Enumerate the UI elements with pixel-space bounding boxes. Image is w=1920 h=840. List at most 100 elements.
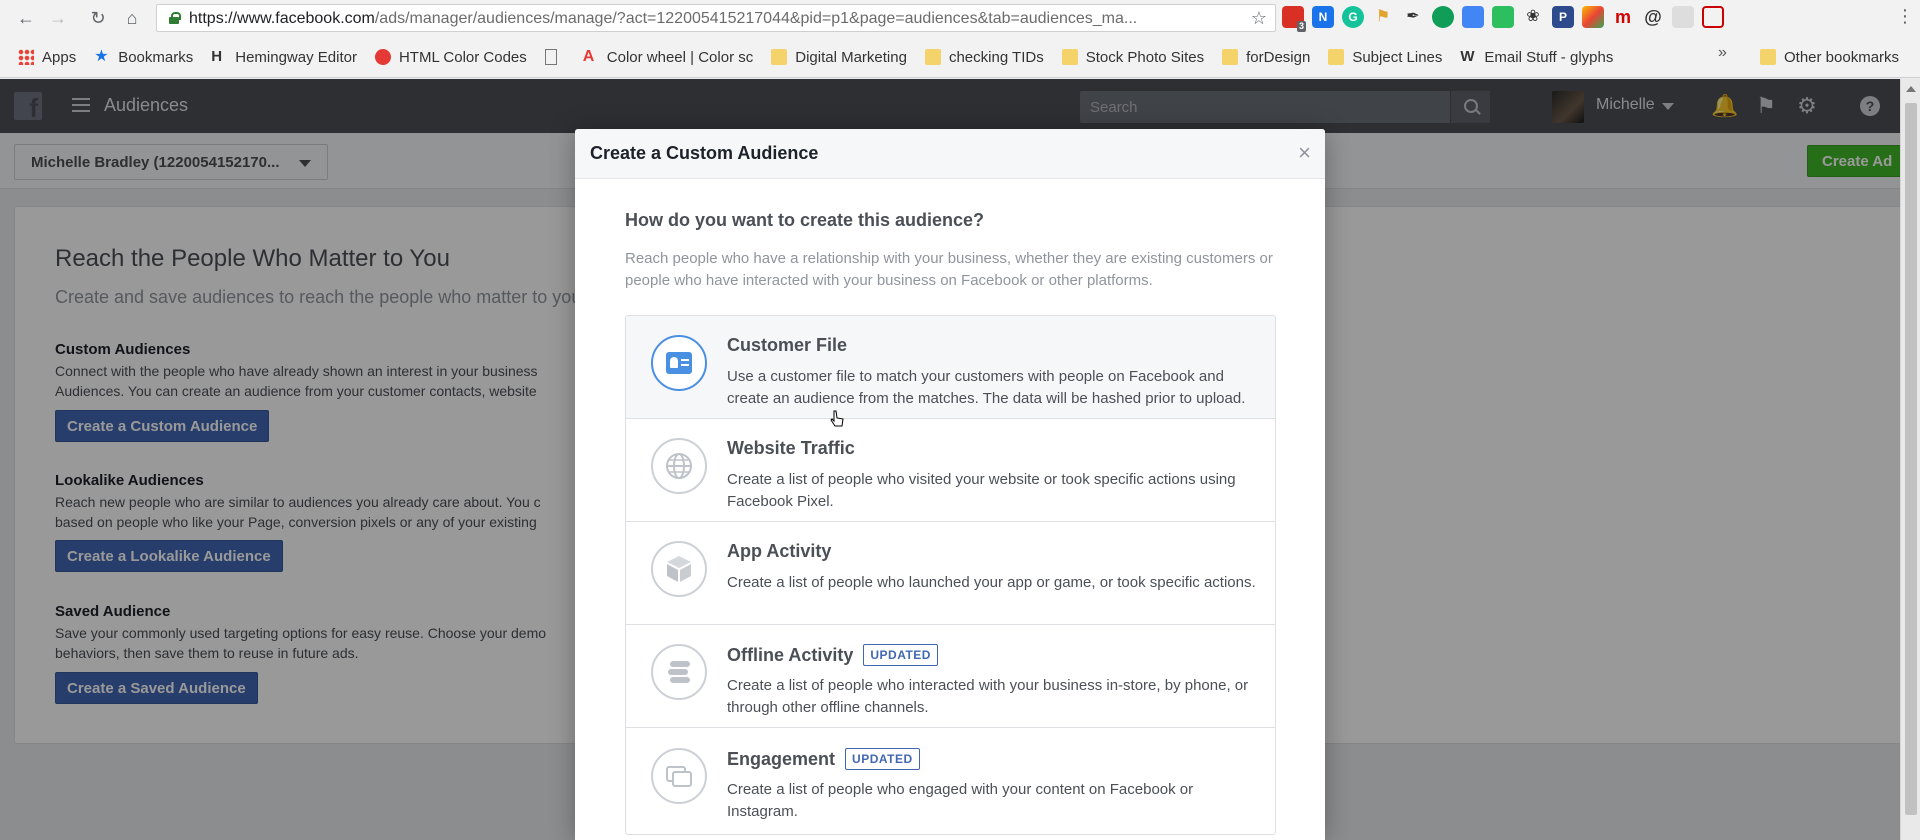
dialog-question: How do you want to create this audience? <box>625 210 985 230</box>
palette-extension-icon[interactable] <box>1582 6 1604 28</box>
bookmark-label: Other bookmarks <box>1784 48 1900 66</box>
option-engagement[interactable]: Engagement UPDATED Create a list of peopl… <box>626 729 1275 832</box>
bookmark-email-stuff[interactable]: W Email Stuff - glyphs <box>1460 44 1613 70</box>
bookmark-label: HTML Color Codes <box>398 48 527 66</box>
bookmark-stock-photo-sites[interactable]: Stock Photo Sites <box>1061 44 1205 70</box>
url-host: https://www.facebook.com <box>189 10 375 27</box>
gray-extension-icon[interactable] <box>1672 6 1694 28</box>
option-title: App Activity <box>727 541 831 562</box>
option-title-text: Offline Activity <box>727 644 854 665</box>
bookmark-bookmarks[interactable]: ★ Bookmarks <box>94 44 193 70</box>
option-description: Create a list of people who interacted w… <box>727 677 1249 716</box>
updated-badge: UPDATED <box>863 644 938 666</box>
adobe-icon: A <box>582 48 595 65</box>
scroll-up-arrow-icon[interactable] <box>1906 86 1916 92</box>
audience-source-list: Customer File Use a customer file to mat… <box>625 315 1276 835</box>
folder-icon <box>1760 49 1776 65</box>
option-title-text: Customer File <box>727 335 848 355</box>
folder-icon <box>1061 49 1078 65</box>
globe-icon <box>651 438 707 494</box>
bookmark-page[interactable] <box>544 44 565 70</box>
engagement-icon <box>651 748 707 804</box>
bookmarks-bar: Apps ★ Bookmarks H Hemingway Editor HTML C… <box>0 44 1920 70</box>
folder-icon <box>1222 49 1239 65</box>
close-icon[interactable]: × <box>1298 142 1311 164</box>
option-app-activity[interactable]: App Activity Create a list of people who… <box>626 522 1275 625</box>
color-codes-icon <box>374 49 391 65</box>
forward-arrow-icon[interactable]: → <box>46 6 70 30</box>
p-extension-icon[interactable]: P <box>1552 6 1574 28</box>
scrollbar-thumb[interactable] <box>1905 103 1917 815</box>
option-website-traffic[interactable]: Website Traffic Create a list of people … <box>626 419 1275 522</box>
bookmark-digital-marketing[interactable]: Digital Marketing <box>771 44 907 70</box>
updated-badge: UPDATED <box>845 748 920 770</box>
bookmark-label: checking TIDs <box>948 48 1044 66</box>
option-title: Customer File <box>727 335 847 356</box>
bookmark-label: Email Stuff - glyphs <box>1484 48 1614 66</box>
bookmark-label: Stock Photo Sites <box>1085 48 1205 66</box>
spiral-extension-icon[interactable]: ❀ <box>1522 6 1544 28</box>
evernote-icon[interactable] <box>1492 6 1514 28</box>
apps-grid-icon <box>18 49 34 65</box>
cube-icon <box>651 541 707 597</box>
browser-menu-icon[interactable]: ⋮ <box>1896 6 1914 27</box>
option-description: Create a list of people who engaged with… <box>727 781 1194 820</box>
extension-badge-icon[interactable]: 3 <box>1282 6 1306 32</box>
option-description: Create a list of people who visited your… <box>727 471 1236 510</box>
flag-extension-icon[interactable]: ⚑ <box>1372 6 1394 28</box>
w-icon: W <box>1460 48 1475 65</box>
option-description: Use a customer file to match your custom… <box>727 368 1246 407</box>
browser-toolbar: ← → ↻ ⌂ https://www.facebook.com/ads/man… <box>0 0 1920 36</box>
option-description: Create a list of people who launched you… <box>727 574 1256 591</box>
option-title-text: Website Traffic <box>727 438 855 458</box>
browser-chrome: ← → ↻ ⌂ https://www.facebook.com/ads/man… <box>0 0 1920 78</box>
folder-icon <box>771 49 788 65</box>
bookmark-label: Apps <box>42 48 77 66</box>
bookmark-apps[interactable]: Apps <box>18 44 76 70</box>
bookmark-star-icon[interactable]: ☆ <box>1251 8 1267 29</box>
bookmark-fordesign[interactable]: forDesign <box>1222 44 1310 70</box>
pocket-extension-icon[interactable] <box>1702 6 1724 28</box>
extensions-bar: 3 N G ⚑ ✒ ❀ P m @ <box>1282 6 1724 32</box>
color-picker-icon[interactable]: ✒ <box>1402 6 1424 28</box>
green-extension-icon[interactable] <box>1432 6 1454 28</box>
other-bookmarks[interactable]: Other bookmarks <box>1760 44 1899 70</box>
hand-cursor-icon <box>830 410 844 427</box>
bookmark-subject-lines[interactable]: Subject Lines <box>1328 44 1442 70</box>
bookmark-checking-tids[interactable]: checking TIDs <box>924 44 1044 70</box>
customer-card-icon <box>651 335 707 391</box>
m-extension-icon[interactable]: m <box>1612 6 1634 28</box>
reload-icon[interactable]: ↻ <box>86 6 110 30</box>
n-extension-icon[interactable]: N <box>1312 6 1334 28</box>
page-scrollbar[interactable] <box>1900 79 1920 840</box>
bookmark-label: Bookmarks <box>118 48 194 66</box>
bookmarks-overflow-chevron[interactable]: » <box>1718 44 1727 62</box>
star-icon: ★ <box>94 48 109 65</box>
option-title-text: Engagement <box>727 748 836 769</box>
option-offline-activity[interactable]: Offline Activity UPDATED Create a list of… <box>626 625 1275 728</box>
home-icon[interactable]: ⌂ <box>120 6 144 30</box>
back-arrow-icon[interactable]: ← <box>14 6 38 30</box>
bookmark-html-color-codes[interactable]: HTML Color Codes <box>374 44 527 70</box>
bookmark-label: forDesign <box>1246 48 1311 66</box>
at-extension-icon[interactable]: @ <box>1642 6 1664 28</box>
option-title: Engagement UPDATED <box>727 748 920 770</box>
url-path: /ads/manager/audiences/manage/?act=12200… <box>374 10 1138 27</box>
dialog-title: Create a Custom Audience <box>590 143 819 163</box>
grammarly-icon[interactable]: G <box>1342 6 1364 28</box>
address-bar[interactable]: https://www.facebook.com/ads/manager/aud… <box>156 4 1276 32</box>
folder-icon <box>1328 49 1345 65</box>
option-customer-file[interactable]: Customer File Use a customer file to mat… <box>626 316 1275 419</box>
create-custom-audience-dialog: Create a Custom Audience × How do you wa… <box>575 129 1325 840</box>
bookmark-color-wheel[interactable]: A Color wheel | Color sc <box>583 44 753 70</box>
bookmark-label: Digital Marketing <box>795 48 907 66</box>
url-text[interactable]: https://www.facebook.com/ads/manager/aud… <box>189 10 1229 28</box>
lock-icon <box>169 12 181 24</box>
page-icon <box>544 49 557 65</box>
bookmark-hemingway[interactable]: H Hemingway Editor <box>211 44 357 70</box>
bookmark-label: Hemingway Editor <box>235 48 357 66</box>
blue-extension-icon[interactable] <box>1462 6 1484 28</box>
bookmark-label: Subject Lines <box>1352 48 1443 66</box>
option-title: Website Traffic <box>727 438 855 459</box>
folder-icon <box>924 49 941 65</box>
